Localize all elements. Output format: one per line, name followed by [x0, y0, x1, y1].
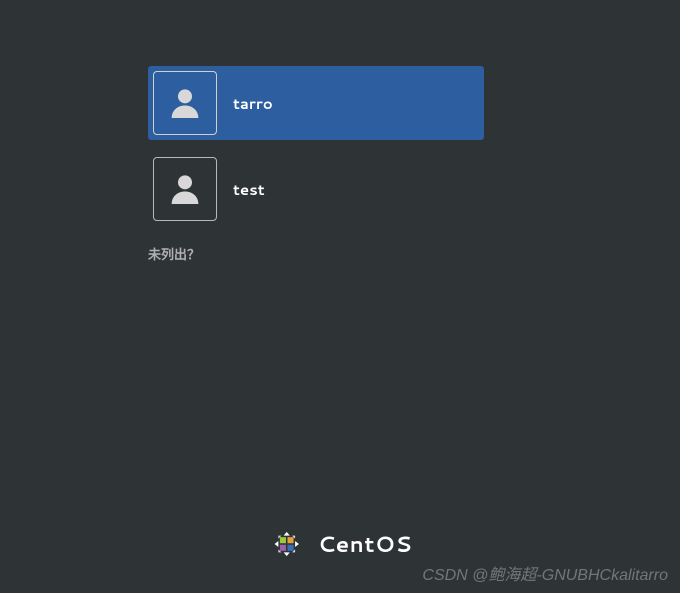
brand: CentOS	[268, 525, 413, 563]
user-item-test[interactable]: test	[148, 152, 484, 226]
user-item-tarro[interactable]: tarro	[148, 66, 484, 140]
centos-logo-icon	[268, 525, 306, 563]
user-list: tarro test	[148, 66, 484, 226]
brand-label: CentOS	[318, 529, 413, 560]
person-icon	[165, 169, 205, 209]
avatar	[153, 71, 217, 135]
username-label: test	[233, 179, 265, 200]
watermark-text: CSDN @鲍海超-GNUBHCkalitarro	[422, 561, 668, 585]
person-icon	[165, 83, 205, 123]
avatar	[153, 157, 217, 221]
username-label: tarro	[233, 93, 273, 114]
not-listed-link[interactable]: 未列出？	[148, 244, 200, 264]
